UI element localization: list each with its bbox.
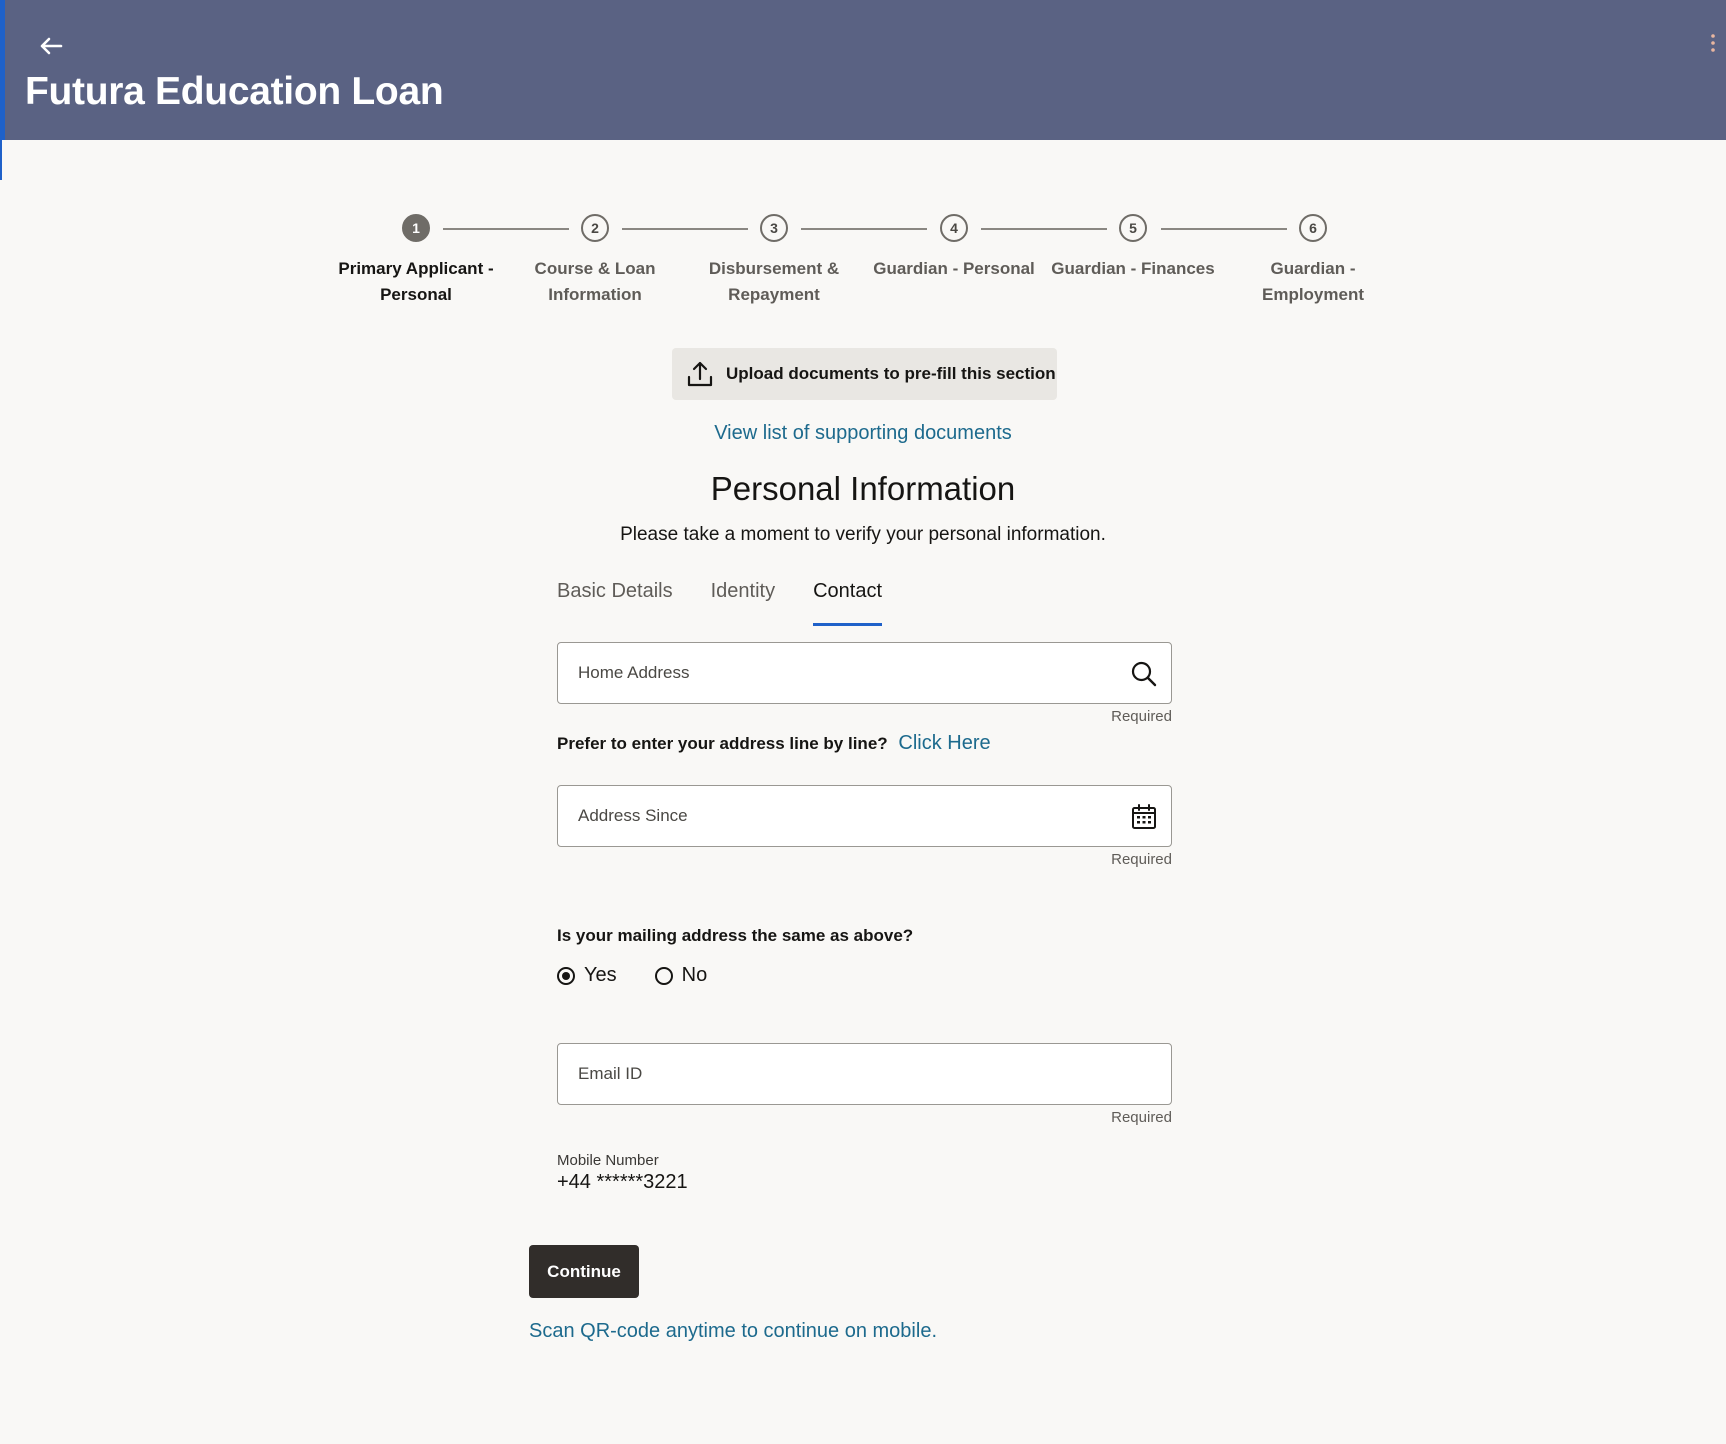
mailing-address-radio-group: Yes No [557,964,745,987]
upload-documents-button[interactable]: Upload documents to pre-fill this sectio… [672,348,1057,400]
view-supporting-documents-link[interactable]: View list of supporting documents [714,422,1012,444]
step-number: 3 [760,214,788,242]
calendar-icon[interactable] [1129,802,1159,832]
radio-yes-label: Yes [584,964,617,986]
step-disbursement-repayment[interactable]: 3 Disbursement & Repayment [679,212,869,308]
radio-no-circle[interactable] [654,966,673,985]
email-required: Required [1111,1109,1172,1126]
step-label: Guardian - Employment [1261,259,1365,304]
step-number: 6 [1299,214,1327,242]
email-field [557,1043,1172,1105]
line-by-line-text: Prefer to enter your address line by lin… [557,734,888,753]
upload-icon [687,361,713,387]
tab-basic-details[interactable]: Basic Details [557,580,673,626]
radio-yes-circle[interactable] [557,966,575,985]
section-subtitle: Please take a moment to verify your pers… [620,524,1106,545]
progress-stepper: 1 Primary Applicant - Personal 2 Course … [326,212,1416,322]
section-tabs: Basic Details Identity Contact [557,580,920,626]
step-primary-applicant-personal[interactable]: 1 Primary Applicant - Personal [321,212,511,308]
step-number: 1 [402,214,430,242]
step-course-loan-information[interactable]: 2 Course & Loan Information [500,212,690,308]
search-icon[interactable] [1129,659,1159,689]
mobile-number-label: Mobile Number [557,1152,659,1169]
step-number: 5 [1119,214,1147,242]
step-label: Guardian - Finances [1051,259,1215,278]
step-label: Guardian - Personal [873,259,1035,278]
upload-label: Upload documents to pre-fill this sectio… [726,364,1056,383]
step-number: 4 [940,214,968,242]
mobile-number-value: +44 ******3221 [557,1171,688,1193]
app-header: Futura Education Loan [0,0,1726,140]
radio-no-label: No [681,964,708,986]
step-guardian-personal[interactable]: 4 Guardian - Personal [859,212,1049,282]
scan-qr-code-link[interactable]: Scan QR-code anytime to continue on mobi… [529,1320,937,1343]
step-guardian-finances[interactable]: 5 Guardian - Finances [1038,212,1228,282]
step-label: Primary Applicant - Personal [338,259,494,304]
home-address-input[interactable] [558,643,1171,703]
step-label: Disbursement & Repayment [708,259,840,304]
radio-no[interactable]: No [654,964,708,987]
tab-contact[interactable]: Contact [813,580,883,626]
app-title: Futura Education Loan [25,70,444,113]
home-address-field [557,642,1172,704]
address-since-required: Required [1111,851,1172,868]
address-since-input[interactable] [558,786,1171,846]
step-guardian-employment[interactable]: 6 Guardian - Employment [1218,212,1408,308]
mailing-address-question: Is your mailing address the same as abov… [557,926,914,945]
step-number: 2 [581,214,609,242]
kebab-menu-icon[interactable] [1706,32,1720,56]
home-address-required: Required [1111,708,1172,725]
email-input[interactable] [558,1044,1171,1104]
address-line-by-line-prompt: Prefer to enter your address line by lin… [557,732,991,755]
click-here-link[interactable]: Click Here [898,732,990,754]
left-accent-bar [0,140,2,180]
view-docs-row: View list of supporting documents [0,422,1726,445]
arrow-left-icon[interactable] [33,28,69,64]
tab-identity[interactable]: Identity [711,580,775,626]
step-label: Course & Loan Information [534,259,656,304]
address-since-field [557,785,1172,847]
radio-yes[interactable]: Yes [557,964,617,987]
section-title: Personal Information [710,470,1016,507]
continue-button[interactable]: Continue [529,1245,639,1298]
